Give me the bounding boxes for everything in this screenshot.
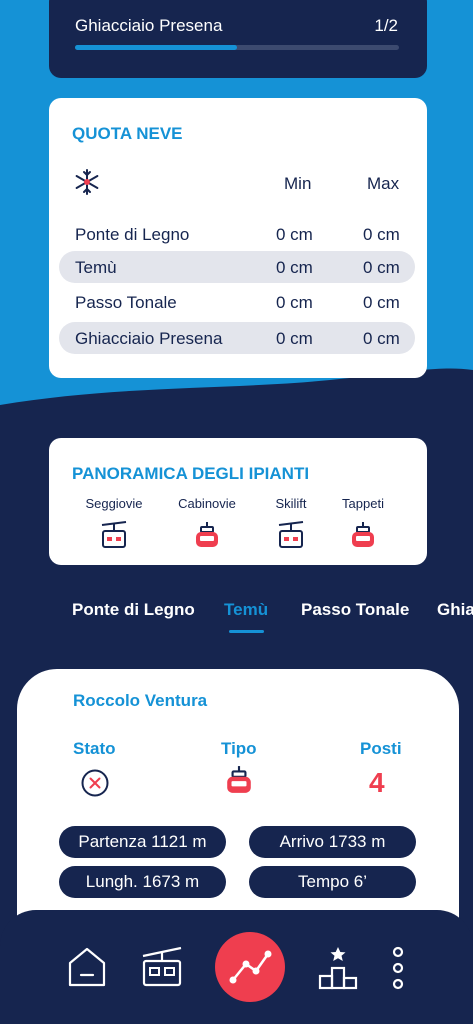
- snow-row: Ghiacciaio Presena 0 cm 0 cm: [59, 322, 415, 354]
- gondola-icon: [352, 522, 374, 547]
- active-tab-indicator: [229, 630, 264, 633]
- snow-title: QUOTA NEVE: [72, 124, 183, 143]
- area-progress-card[interactable]: Ghiacciaio Presena 1/2: [49, 0, 427, 78]
- stats-button[interactable]: [215, 932, 285, 1002]
- plant-label: Skilift: [275, 496, 307, 511]
- plants-overview-card: PANORAMICA DEGLI IPIANTI Seggiovie Cabin…: [49, 438, 427, 565]
- stato-label: Stato: [73, 739, 116, 758]
- progress-fill: [75, 45, 237, 50]
- snow-card: QUOTA NEVE Min Max Ponte di Legno 0 cm 0…: [49, 98, 427, 378]
- closed-x-icon: [81, 769, 109, 797]
- tab-ghiacciaio[interactable]: Ghia: [437, 600, 473, 620]
- posti-label: Posti: [360, 739, 402, 758]
- plant-label: Tappeti: [342, 496, 384, 511]
- more-icon[interactable]: [390, 946, 406, 990]
- plant-skilift[interactable]: Skilift: [251, 496, 331, 549]
- snow-row: Ponte di Legno 0 cm 0 cm: [59, 218, 415, 250]
- tab-passo-tonale[interactable]: Passo Tonale: [301, 600, 409, 620]
- snow-row: Temù 0 cm 0 cm: [59, 251, 415, 283]
- arrivo-pill: Arrivo 1733 m: [249, 826, 416, 858]
- tab-ponte-di-legno[interactable]: Ponte di Legno: [72, 600, 195, 620]
- chart-icon: [229, 950, 272, 984]
- lunghezza-pill: Lungh. 1673 m: [59, 866, 226, 898]
- tab-temu[interactable]: Temù: [224, 600, 268, 620]
- page-indicator: 1/2: [374, 16, 398, 35]
- row-name: Temù: [75, 258, 117, 277]
- row-min: 0 cm: [276, 329, 313, 348]
- col-min-header: Min: [284, 174, 312, 193]
- plant-label: Seggiovie: [85, 496, 143, 511]
- posti-value: 4: [369, 767, 385, 798]
- lift-card[interactable]: Roccolo Ventura Stato Tipo Posti 4 Parte…: [17, 669, 459, 929]
- col-max-header: Max: [367, 174, 400, 193]
- gondola-icon: [227, 766, 251, 793]
- lift-name: Roccolo Ventura: [73, 691, 208, 710]
- tipo-label: Tipo: [221, 739, 257, 758]
- row-min: 0 cm: [276, 225, 313, 244]
- partenza-pill: Partenza 1121 m: [59, 826, 226, 858]
- row-max: 0 cm: [363, 293, 400, 312]
- progress-bar: [75, 45, 399, 50]
- row-max: 0 cm: [363, 329, 400, 348]
- plant-label: Cabinovie: [178, 496, 236, 511]
- row-max: 0 cm: [363, 258, 400, 277]
- snowflake-icon: [75, 169, 99, 195]
- bottom-nav: [0, 910, 473, 1024]
- row-min: 0 cm: [276, 293, 313, 312]
- plants-title: PANORAMICA DEGLI IPIANTI: [72, 464, 310, 483]
- tempo-pill: Tempo 6’: [249, 866, 416, 898]
- row-min: 0 cm: [276, 258, 313, 277]
- plant-tappeti[interactable]: Tappeti: [323, 496, 403, 549]
- row-name: Ponte di Legno: [75, 225, 190, 244]
- home-icon[interactable]: [67, 946, 107, 988]
- lift-icon[interactable]: [141, 946, 183, 988]
- row-max: 0 cm: [363, 225, 400, 244]
- plant-chairlift[interactable]: Seggiovie: [74, 496, 154, 549]
- skilift-icon: [278, 521, 304, 548]
- plant-gondola[interactable]: Cabinovie: [167, 496, 247, 549]
- chairlift-icon: [101, 521, 127, 548]
- row-name: Ghiacciaio Presena: [75, 329, 223, 348]
- row-name: Passo Tonale: [75, 293, 177, 312]
- area-title: Ghiacciaio Presena: [75, 16, 223, 35]
- gondola-icon: [196, 522, 218, 547]
- podium-icon[interactable]: [318, 946, 358, 990]
- snow-row: Passo Tonale 0 cm 0 cm: [59, 286, 415, 318]
